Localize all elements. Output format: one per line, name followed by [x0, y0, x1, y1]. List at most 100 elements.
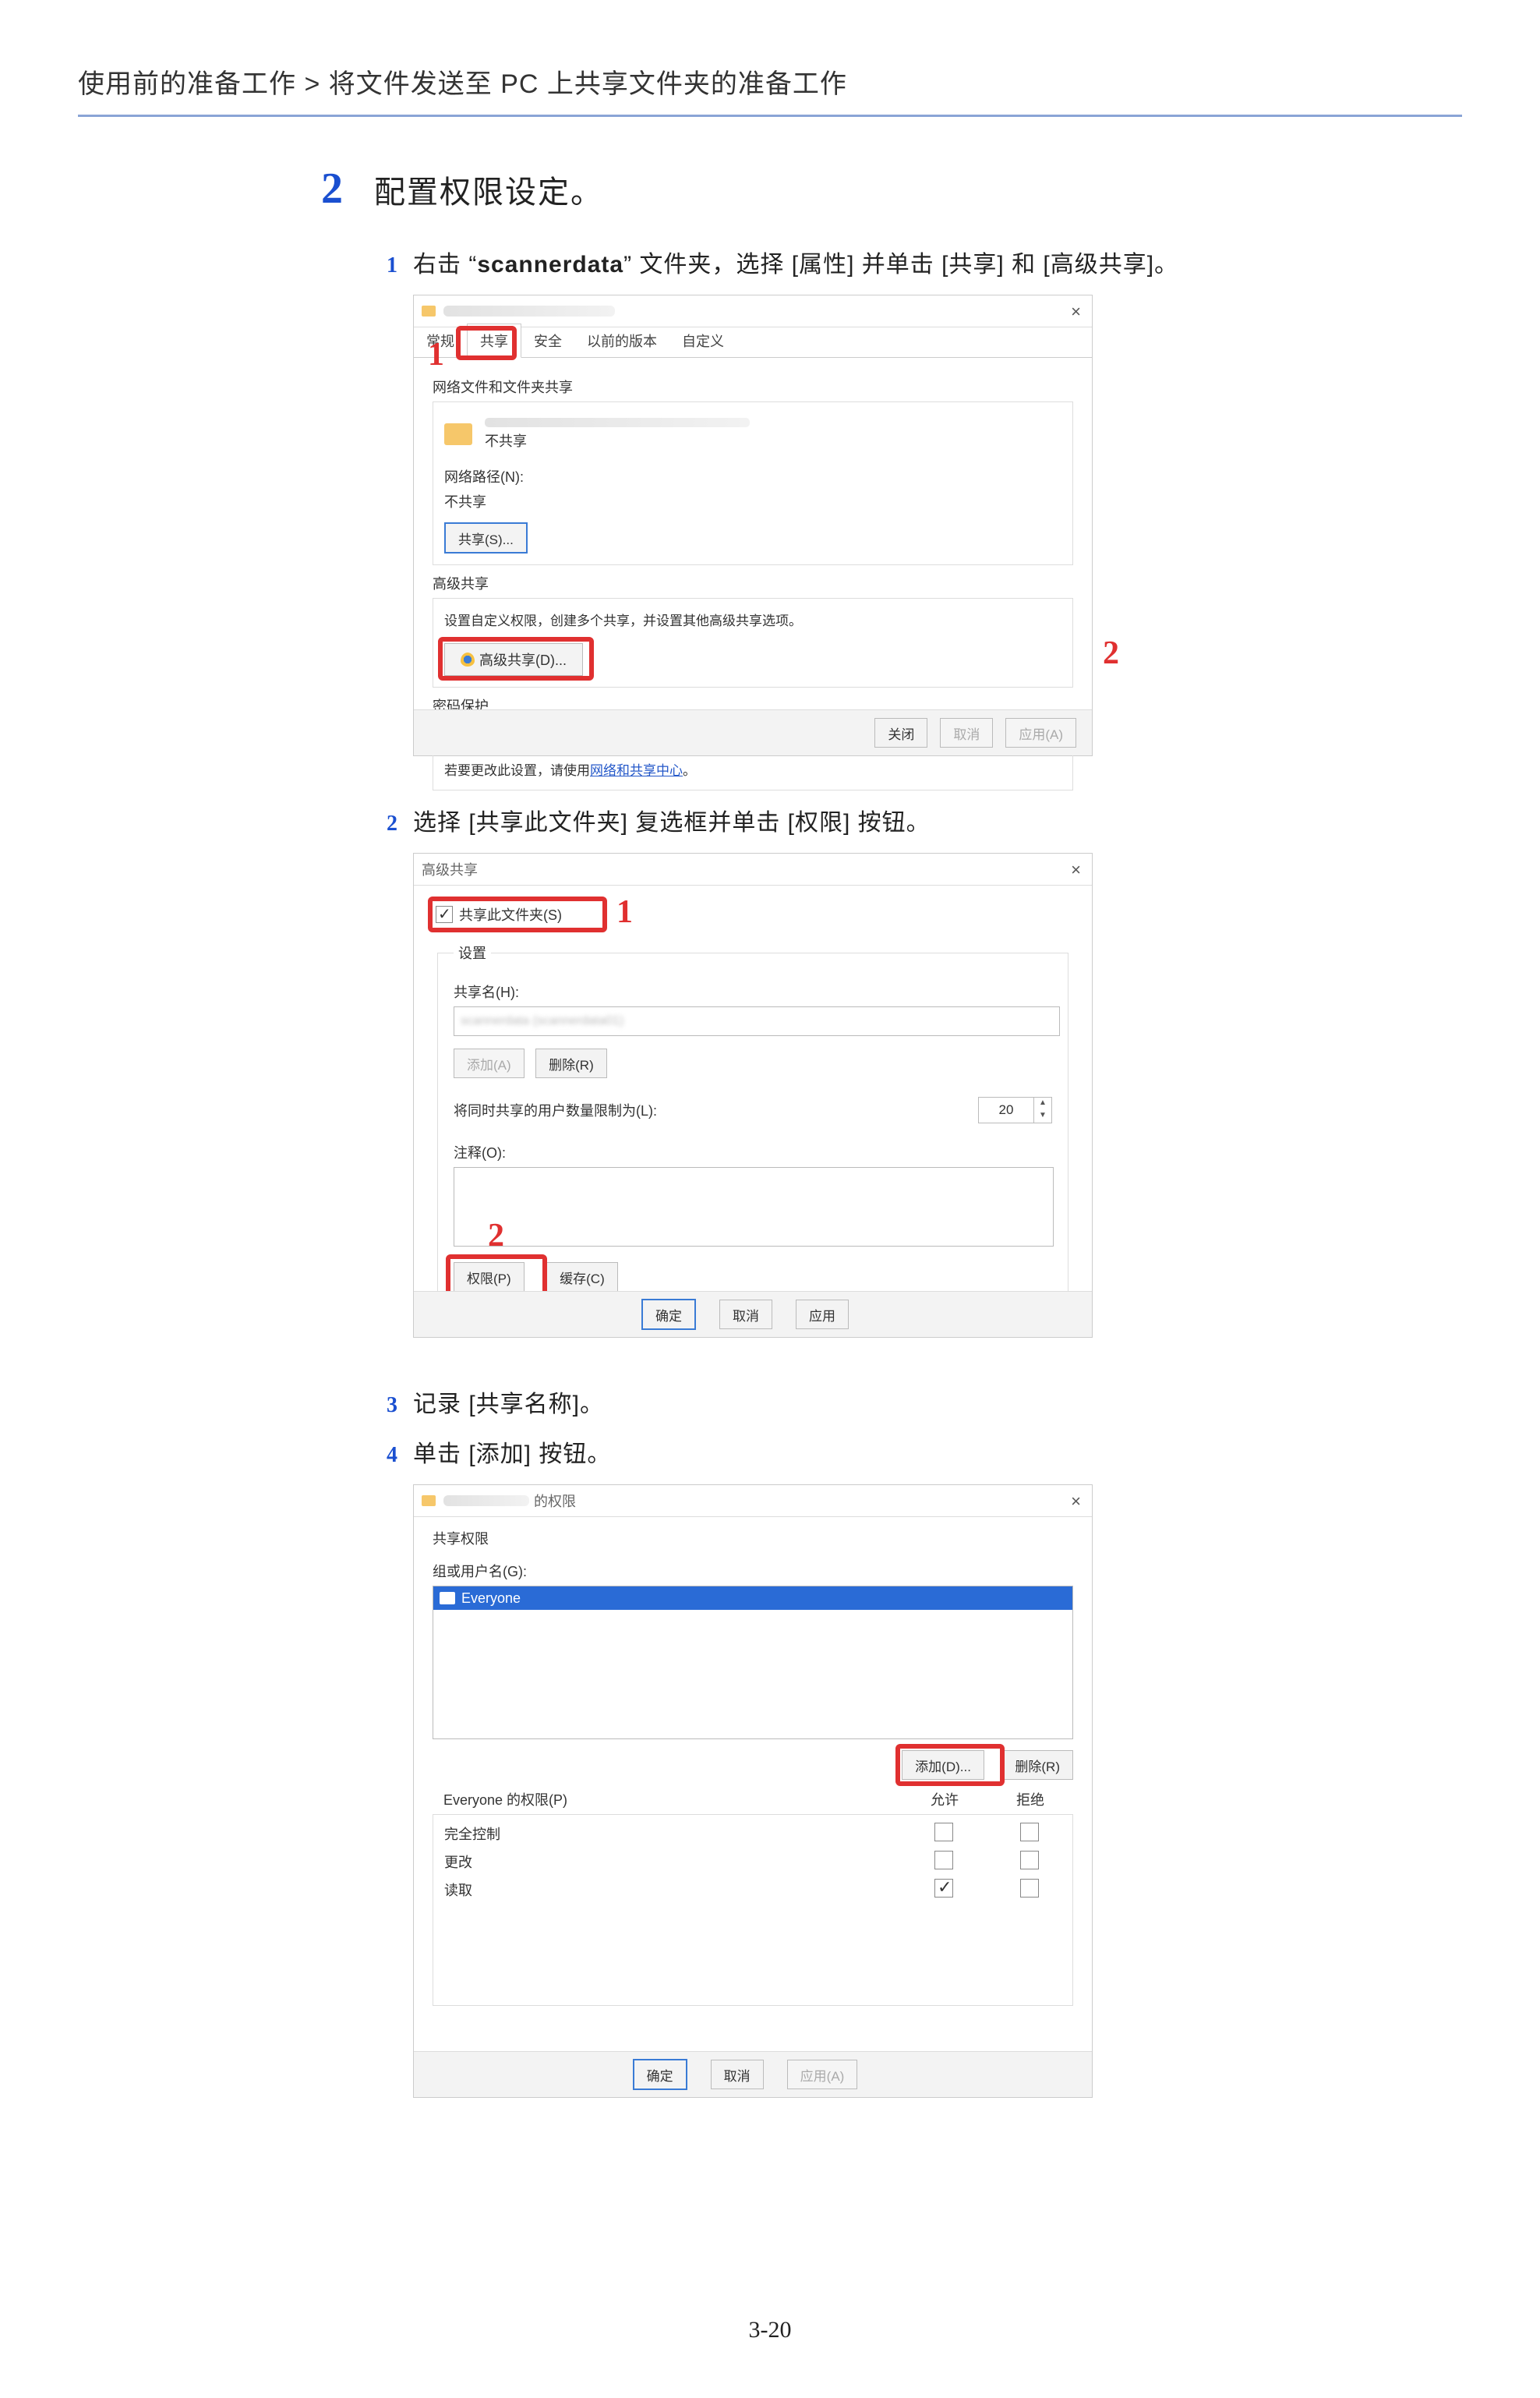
tab-share-permissions: 共享权限	[433, 1528, 1073, 1548]
substep-text: 右击 “scannerdata” 文件夹，选择 [属性] 并单击 [共享] 和 …	[413, 245, 1178, 279]
substep-text: 选择 [共享此文件夹] 复选框并单击 [权限] 按钮。	[413, 803, 931, 837]
step-title: 配置权限设定。	[374, 167, 603, 212]
callout-box-1	[428, 897, 607, 932]
dialog-footer: 关闭 取消 应用(A)	[414, 709, 1092, 755]
perm-label: 读取	[433, 1880, 901, 1900]
chevron-up-icon[interactable]: ▲	[1034, 1098, 1051, 1110]
section-heading: 网络文件和文件夹共享	[433, 377, 1073, 397]
tab-previous[interactable]: 以前的版本	[574, 324, 669, 357]
allow-checkbox[interactable]	[934, 1823, 953, 1841]
folder-icon	[422, 306, 436, 317]
perm-for-label: Everyone 的权限(P)	[433, 1789, 902, 1809]
limit-stepper[interactable]: 20 ▲▼	[978, 1097, 1052, 1123]
limit-value: 20	[978, 1097, 1034, 1123]
cache-button[interactable]: 缓存(C)	[546, 1262, 618, 1292]
cancel-button[interactable]: 取消	[940, 718, 993, 748]
users-icon	[440, 1592, 455, 1604]
advanced-share-desc: 设置自定义权限，创建多个共享，并设置其他高级共享选项。	[444, 610, 1061, 629]
folder-icon	[444, 423, 472, 445]
add-button[interactable]: 添加(A)	[454, 1049, 525, 1078]
close-button[interactable]: 关闭	[874, 718, 927, 748]
perm-label: 更改	[433, 1852, 901, 1872]
share-name-label: 共享名(H):	[454, 981, 1052, 1002]
not-shared-label: 不共享	[485, 430, 750, 451]
page-number: 3-20	[0, 2317, 1540, 2343]
table-row: 更改	[433, 1848, 1072, 1876]
cancel-button[interactable]: 取消	[711, 2060, 764, 2089]
screenshot-permissions-dialog: 的权限 × 共享权限 组或用户名(G): Everyone 添加(D)..	[413, 1484, 1093, 2098]
remove-button[interactable]: 删除(R)	[1001, 1750, 1073, 1780]
tab-custom[interactable]: 自定义	[669, 324, 736, 357]
tab-security[interactable]: 安全	[521, 324, 574, 357]
substep-row: 1 右击 “scannerdata” 文件夹，选择 [属性] 并单击 [共享] …	[374, 245, 1462, 279]
blurred-name	[443, 1495, 529, 1506]
table-row: 读取	[433, 1876, 1072, 1904]
substep-number: 3	[374, 1393, 397, 1418]
callout-number-2: 2	[488, 1217, 504, 1254]
cancel-button[interactable]: 取消	[719, 1300, 772, 1329]
step-heading: 2 配置权限设定。	[288, 164, 1462, 214]
title-suffix: 的权限	[534, 1491, 576, 1511]
deny-checkbox[interactable]	[1020, 1823, 1039, 1841]
apply-button[interactable]: 应用(A)	[787, 2060, 858, 2089]
apply-button[interactable]: 应用(A)	[1005, 718, 1076, 748]
deny-checkbox[interactable]	[1020, 1879, 1039, 1898]
users-listbox[interactable]: Everyone	[433, 1586, 1073, 1739]
password-link-line: 若要更改此设置，请使用网络和共享中心。	[444, 759, 1061, 779]
titlebar: 的权限 ×	[414, 1485, 1092, 1517]
titlebar: ×	[414, 295, 1092, 327]
step-number: 2	[288, 164, 343, 214]
callout-box-1	[456, 326, 517, 360]
allow-header: 允许	[902, 1789, 987, 1809]
close-icon[interactable]: ×	[1071, 1491, 1081, 1512]
ok-button[interactable]: 确定	[641, 1299, 696, 1330]
deny-checkbox[interactable]	[1020, 1851, 1039, 1869]
share-button[interactable]: 共享(S)...	[444, 522, 528, 554]
ok-button[interactable]: 确定	[633, 2059, 687, 2090]
breadcrumb: 使用前的准备工作 > 将文件发送至 PC 上共享文件夹的准备工作	[78, 62, 1462, 101]
advanced-share-box: 设置自定义权限，创建多个共享，并设置其他高级共享选项。 高级共享(D)... 2	[433, 598, 1073, 688]
substep-text: 记录 [共享名称]。	[413, 1385, 604, 1419]
chevron-down-icon[interactable]: ▼	[1034, 1110, 1051, 1123]
section-heading: 高级共享	[433, 573, 1073, 593]
group-label: 组或用户名(G):	[433, 1561, 1073, 1581]
folder-icon	[422, 1495, 436, 1506]
dialog-title: 高级共享	[422, 859, 478, 879]
tabs: 常规 共享 安全 以前的版本 自定义	[414, 327, 1092, 358]
apply-button[interactable]: 应用	[796, 1300, 849, 1329]
remove-button[interactable]: 删除(R)	[535, 1049, 607, 1078]
comment-label: 注释(O):	[454, 1142, 1052, 1162]
substep-row: 2 选择 [共享此文件夹] 复选框并单击 [权限] 按钮。	[374, 803, 1462, 837]
blurred-name	[485, 418, 750, 427]
close-icon[interactable]: ×	[1071, 302, 1081, 322]
share-info-box: 不共享 网络路径(N): 不共享 共享(S)...	[433, 401, 1073, 565]
callout-box-2	[438, 637, 594, 681]
divider	[78, 115, 1462, 117]
perm-label: 完全控制	[433, 1823, 901, 1844]
substep-text: 单击 [添加] 按钮。	[413, 1434, 611, 1469]
callout-number-1: 1	[616, 893, 633, 931]
substep-row: 4 单击 [添加] 按钮。	[374, 1434, 1462, 1469]
deny-header: 拒绝	[987, 1789, 1073, 1809]
comment-textarea[interactable]	[454, 1167, 1054, 1247]
callout-number-1: 1	[428, 336, 444, 373]
substep-row: 3 记录 [共享名称]。	[374, 1385, 1462, 1419]
limit-label: 将同时共享的用户数量限制为(L):	[454, 1100, 657, 1120]
permissions-table: Everyone 的权限(P) 允许 拒绝 完全控制 更改	[433, 1789, 1073, 2006]
allow-checkbox[interactable]	[934, 1879, 953, 1898]
network-path-value: 不共享	[444, 491, 1061, 511]
callout-box-add	[895, 1744, 1005, 1786]
substep-number: 4	[374, 1443, 397, 1468]
substep-number: 2	[374, 812, 397, 836]
table-row: 完全控制	[433, 1820, 1072, 1848]
screenshot-properties-dialog: × 常规 共享 安全 以前的版本 自定义 1 网络文件和文件夹共享	[413, 295, 1093, 756]
network-path-label: 网络路径(N):	[444, 466, 1061, 486]
share-name-input[interactable]: scannerdata (scannerdata01)	[454, 1006, 1060, 1036]
network-center-link[interactable]: 网络和共享中心	[590, 763, 683, 778]
settings-legend: 设置	[454, 943, 491, 963]
screenshot-advanced-sharing: 高级共享 × 共享此文件夹(S) 1 设置 共享名(H):	[413, 853, 1093, 1338]
close-icon[interactable]: ×	[1071, 860, 1081, 880]
callout-number-2: 2	[1103, 635, 1119, 672]
allow-checkbox[interactable]	[934, 1851, 953, 1869]
list-item-everyone[interactable]: Everyone	[433, 1586, 1072, 1610]
